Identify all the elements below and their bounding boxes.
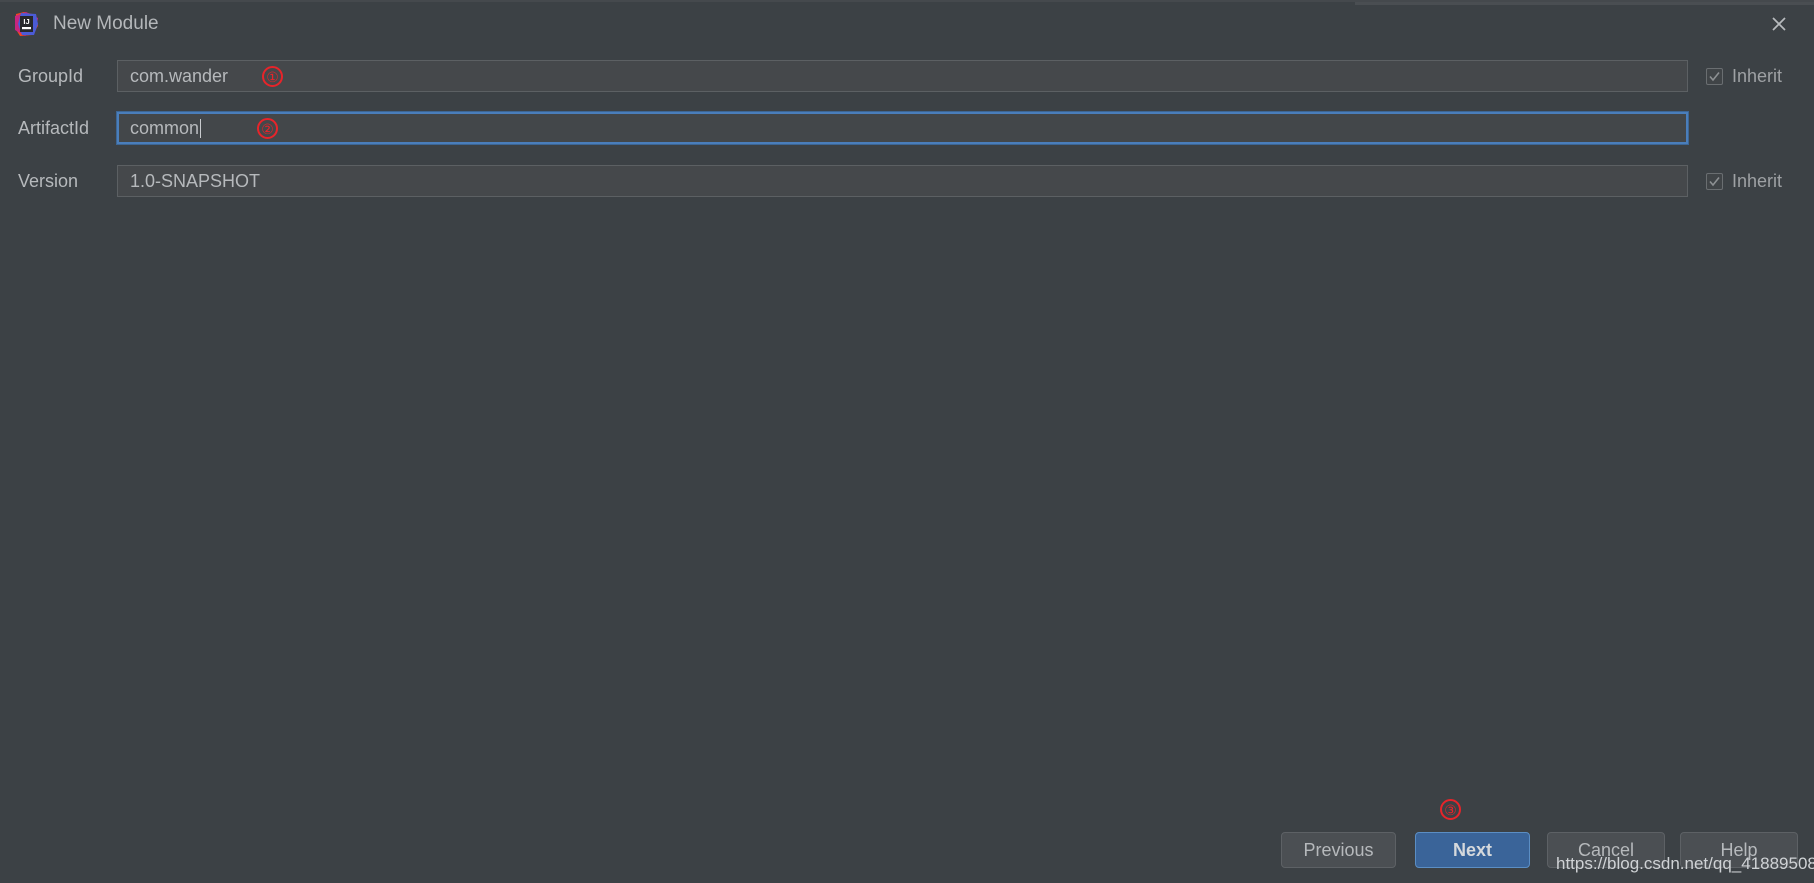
- text-caret: [200, 119, 202, 138]
- dialog-button-bar: Previous Next Cancel Help: [0, 832, 1814, 876]
- annotation-marker-1: ①: [262, 66, 283, 87]
- previous-button[interactable]: Previous: [1281, 832, 1396, 868]
- next-button[interactable]: Next: [1415, 832, 1530, 868]
- label-groupid: GroupId: [18, 66, 84, 86]
- inherit-version-label: Inherit: [1732, 170, 1783, 191]
- checkbox-icon[interactable]: [1706, 67, 1723, 85]
- close-icon[interactable]: [1762, 8, 1796, 40]
- version-input-value: 1.0-SNAPSHOT: [130, 171, 261, 191]
- dialog-title: New Module: [53, 13, 159, 34]
- label-version: Version: [18, 171, 79, 191]
- form-row-version: Version 1.0-SNAPSHOT Inherit: [0, 165, 1814, 197]
- label-artifactid: ArtifactId: [18, 118, 90, 138]
- groupid-input[interactable]: com.wander: [117, 60, 1688, 92]
- inherit-groupid-group[interactable]: Inherit: [1706, 60, 1782, 92]
- annotation-marker-3: ③: [1440, 799, 1461, 820]
- inherit-groupid-label: Inherit: [1732, 65, 1783, 86]
- checkbox-icon[interactable]: [1706, 172, 1723, 190]
- intellij-idea-icon: IJ: [12, 10, 40, 38]
- version-input[interactable]: 1.0-SNAPSHOT: [117, 165, 1688, 197]
- inherit-version-group[interactable]: Inherit: [1706, 165, 1782, 197]
- svg-text:IJ: IJ: [23, 17, 29, 26]
- new-module-dialog: IJ New Module GroupId com.wander Inherit: [0, 0, 1814, 883]
- titlebar-highlight-strip: [1355, 2, 1814, 5]
- artifactid-input-value: common: [130, 118, 202, 138]
- watermark-url: https://blog.csdn.net/qq_41889508: [1556, 854, 1814, 873]
- annotation-marker-2: ②: [257, 118, 278, 139]
- dialog-titlebar: IJ New Module: [0, 2, 1814, 46]
- artifactid-input[interactable]: common: [117, 112, 1688, 144]
- groupid-input-value: com.wander: [130, 66, 229, 86]
